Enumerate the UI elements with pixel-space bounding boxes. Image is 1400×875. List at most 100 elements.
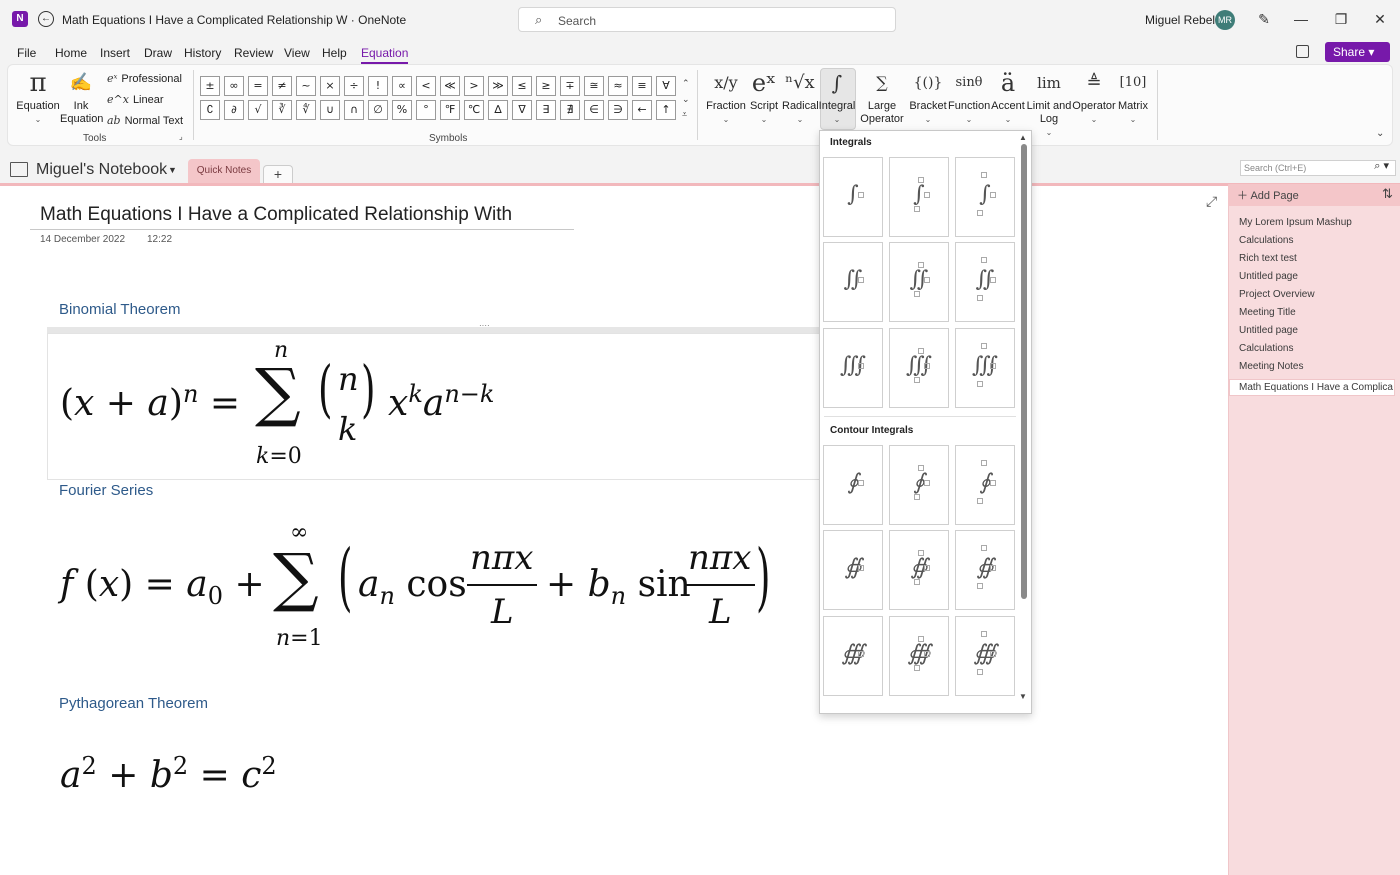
integral-button[interactable]: ∫ Integral ⌄ bbox=[818, 70, 856, 126]
page-list-item[interactable]: Untitled page bbox=[1239, 271, 1298, 282]
heading-binomial[interactable]: Binomial Theorem bbox=[59, 301, 180, 318]
symbol-button[interactable]: ≥ bbox=[536, 76, 556, 96]
page-list-item[interactable]: Untitled page bbox=[1239, 325, 1298, 336]
symbol-button[interactable]: ∇ bbox=[512, 100, 532, 120]
symbol-button[interactable]: ≠ bbox=[272, 76, 292, 96]
user-name[interactable]: Miguel Rebelo bbox=[1145, 13, 1222, 27]
menu-view[interactable]: View bbox=[284, 46, 310, 60]
symbol-button[interactable]: ≤ bbox=[512, 76, 532, 96]
integral-template-cell[interactable]: ∰ bbox=[955, 616, 1015, 696]
integral-template-cell[interactable]: ∫ bbox=[889, 157, 949, 237]
symbol-button[interactable]: ∜ bbox=[296, 100, 316, 120]
symbol-button[interactable]: ∅ bbox=[368, 100, 388, 120]
symbol-button[interactable]: ∋ bbox=[608, 100, 628, 120]
heading-fourier[interactable]: Fourier Series bbox=[59, 482, 153, 499]
ink-equation-button[interactable]: ✍ Ink Equation bbox=[60, 70, 103, 126]
symbol-button[interactable]: ∁ bbox=[200, 100, 220, 120]
function-button[interactable]: sinθ Function ⌄ bbox=[948, 70, 990, 126]
operator-button[interactable]: ≜ Operator ⌄ bbox=[1072, 70, 1116, 126]
symbol-button[interactable]: ← bbox=[632, 100, 652, 120]
integral-template-cell[interactable]: ∭ bbox=[955, 328, 1015, 408]
matrix-button[interactable]: [10] Matrix ⌄ bbox=[1116, 70, 1150, 126]
page-list-item[interactable]: Calculations bbox=[1239, 343, 1293, 354]
integral-template-cell[interactable]: ∯ bbox=[889, 530, 949, 610]
symbol-button[interactable]: ℃ bbox=[464, 100, 484, 120]
notebook-name[interactable]: Miguel's Notebook bbox=[36, 161, 167, 179]
integral-template-cell[interactable]: ∬ bbox=[823, 242, 883, 322]
chevron-down-icon[interactable]: ▼ bbox=[168, 165, 177, 175]
symbol-button[interactable]: ≡ bbox=[632, 76, 652, 96]
heading-pythagorean[interactable]: Pythagorean Theorem bbox=[59, 695, 208, 712]
integral-template-cell[interactable]: ∫ bbox=[955, 157, 1015, 237]
symbol-button[interactable]: √ bbox=[248, 100, 268, 120]
pythagorean-equation[interactable]: a2 + b2 = c2 bbox=[60, 752, 277, 796]
professional-option[interactable]: eˣ Professional bbox=[107, 72, 182, 85]
integral-template-cell[interactable]: ∯ bbox=[823, 530, 883, 610]
menu-equation[interactable]: Equation bbox=[361, 46, 409, 64]
integral-template-cell[interactable]: ∰ bbox=[889, 616, 949, 696]
large-operator-button[interactable]: ∑Large Operator⌄ bbox=[856, 70, 908, 139]
symbol-button[interactable]: ! bbox=[368, 76, 388, 96]
integral-template-cell[interactable]: ∮ bbox=[955, 445, 1015, 525]
integral-template-cell[interactable]: ∫ bbox=[823, 157, 883, 237]
gallery-expand-icon[interactable]: ⩡ bbox=[682, 109, 687, 120]
page-list-item[interactable]: My Lorem Ipsum Mashup bbox=[1239, 217, 1352, 228]
symbol-button[interactable]: ° bbox=[416, 100, 436, 120]
radical-button[interactable]: ⁿ√x Radical ⌄ bbox=[782, 70, 819, 126]
symbol-button[interactable]: ≪ bbox=[440, 76, 460, 96]
symbol-button[interactable]: ∓ bbox=[560, 76, 580, 96]
pen-icon[interactable]: ✎ bbox=[1255, 11, 1273, 28]
sort-icon[interactable]: ⇅ bbox=[1382, 186, 1393, 202]
equation-button[interactable]: π Equation ⌄ bbox=[16, 70, 60, 126]
integral-template-cell[interactable]: ∮ bbox=[889, 445, 949, 525]
symbol-button[interactable]: > bbox=[464, 76, 484, 96]
symbol-button[interactable]: % bbox=[392, 100, 412, 120]
symbol-button[interactable]: ≈ bbox=[608, 76, 628, 96]
share-button[interactable]: Share ▾ bbox=[1325, 42, 1390, 62]
search-input[interactable]: ⌕ Search bbox=[518, 7, 896, 32]
menu-history[interactable]: History bbox=[184, 46, 221, 60]
gallery-scroll-down-icon[interactable]: ⌄ bbox=[682, 94, 690, 105]
accent-button[interactable]: ä Accent ⌄ bbox=[990, 70, 1026, 126]
symbol-button[interactable]: × bbox=[320, 76, 340, 96]
symbol-button[interactable]: = bbox=[248, 76, 268, 96]
section-tab-quick-notes[interactable]: Quick Notes bbox=[188, 159, 260, 184]
menu-review[interactable]: Review bbox=[234, 46, 273, 60]
back-arrow-icon[interactable]: ← bbox=[38, 11, 54, 27]
symbol-button[interactable]: ∈ bbox=[584, 100, 604, 120]
symbol-button[interactable]: ~ bbox=[296, 76, 316, 96]
minimize-icon[interactable]: — bbox=[1292, 11, 1310, 27]
integral-template-cell[interactable]: ∰ bbox=[823, 616, 883, 696]
fraction-button[interactable]: x/y Fraction ⌄ bbox=[706, 70, 746, 126]
symbol-button[interactable]: ∩ bbox=[344, 100, 364, 120]
symbol-button[interactable]: ∝ bbox=[392, 76, 412, 96]
ribbon-expand-icon[interactable]: ⌄ bbox=[1376, 128, 1384, 139]
sticky-notes-icon[interactable] bbox=[1296, 45, 1309, 58]
integral-template-cell[interactable]: ∯ bbox=[955, 530, 1015, 610]
page-list-item[interactable]: Rich text test bbox=[1239, 253, 1297, 264]
avatar[interactable]: MR bbox=[1215, 10, 1235, 30]
normal-text-option[interactable]: ab Normal Text bbox=[107, 114, 183, 127]
symbol-button[interactable]: ∂ bbox=[224, 100, 244, 120]
symbol-button[interactable]: ÷ bbox=[344, 76, 364, 96]
page-list-item[interactable]: Math Equations I Have a Complica bbox=[1229, 379, 1395, 396]
restore-icon[interactable]: ❐ bbox=[1332, 11, 1350, 28]
limit-and-log-button[interactable]: lim Limit and Log ⌄ bbox=[1026, 70, 1072, 139]
symbol-button[interactable]: ≫ bbox=[488, 76, 508, 96]
symbol-button[interactable]: ≅ bbox=[584, 76, 604, 96]
integral-template-cell[interactable]: ∭ bbox=[823, 328, 883, 408]
add-page-button[interactable]: ＋ Add Page bbox=[1237, 187, 1299, 203]
linear-option[interactable]: e^x Linear bbox=[107, 93, 164, 106]
symbol-button[interactable]: ∪ bbox=[320, 100, 340, 120]
integral-template-cell[interactable]: ∭ bbox=[889, 328, 949, 408]
dialog-launcher-icon[interactable]: ⌟ bbox=[179, 132, 183, 141]
page-title[interactable]: Math Equations I Have a Complicated Rela… bbox=[40, 204, 512, 226]
add-section-button[interactable]: + bbox=[263, 165, 293, 184]
symbol-button[interactable]: ↑ bbox=[656, 100, 676, 120]
menu-draw[interactable]: Draw bbox=[144, 46, 172, 60]
integral-template-cell[interactable]: ∬ bbox=[955, 242, 1015, 322]
page-list-item[interactable]: Project Overview bbox=[1239, 289, 1315, 300]
scroll-down-icon[interactable]: ▼ bbox=[1019, 692, 1027, 701]
symbol-button[interactable]: ℉ bbox=[440, 100, 460, 120]
dropdown-scrollbar[interactable] bbox=[1021, 144, 1027, 599]
